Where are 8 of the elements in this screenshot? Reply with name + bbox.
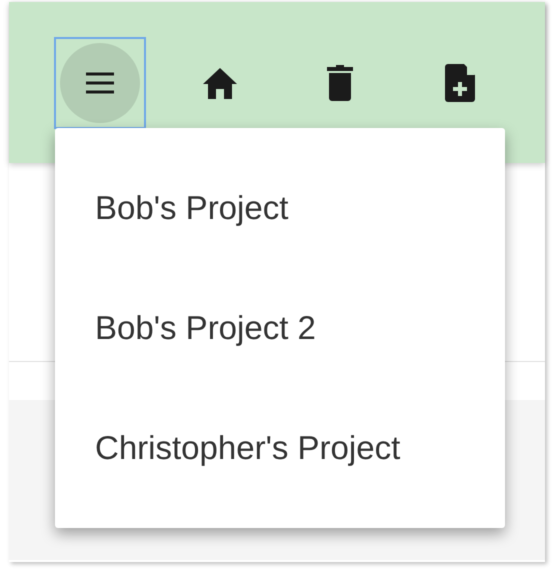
menu-item[interactable]: Bob's Project 2: [95, 303, 316, 353]
new-file-icon: [445, 64, 475, 102]
menu-item[interactable]: Christopher's Project: [95, 423, 400, 473]
trash-icon: [327, 65, 353, 101]
menu-button[interactable]: [54, 37, 146, 129]
home-icon: [202, 67, 238, 99]
menu-item[interactable]: Bob's Project: [95, 183, 288, 233]
menu-icon: [85, 72, 115, 94]
